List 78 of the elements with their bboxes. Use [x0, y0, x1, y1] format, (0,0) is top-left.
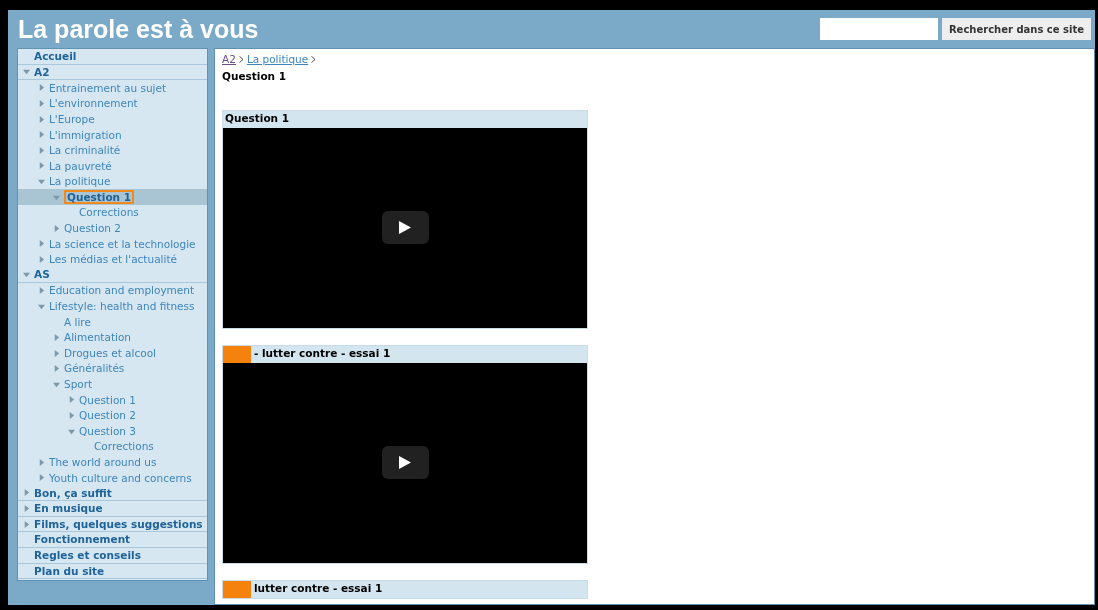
caret-icon[interactable] [38, 115, 45, 123]
search-field[interactable] [819, 18, 938, 40]
caret-icon[interactable] [23, 520, 30, 528]
tree-item[interactable]: Plan du site [18, 563, 207, 580]
tree-item[interactable]: Question 3 [18, 423, 207, 439]
tree-item[interactable]: AS [18, 267, 207, 283]
caret-icon[interactable] [38, 162, 45, 170]
tree-item[interactable]: La criminalité [18, 142, 207, 159]
caret-icon[interactable] [38, 178, 45, 186]
tree-item[interactable]: L'Europe [18, 111, 207, 127]
tree-item[interactable]: A lire [18, 314, 207, 330]
tree-item[interactable]: Bon, ça suffit [18, 485, 207, 502]
caret-icon[interactable] [23, 505, 30, 512]
tree-item[interactable]: L'environnement [18, 95, 207, 112]
tree-item[interactable]: Entrainement au sujet [18, 80, 207, 96]
tree-item[interactable]: A2 [18, 64, 207, 81]
caret-icon[interactable] [53, 365, 60, 373]
caret-icon[interactable] [38, 100, 45, 108]
tree-item[interactable]: Corrections [18, 438, 207, 455]
caret-icon[interactable] [68, 427, 75, 435]
play-icon [399, 456, 411, 469]
tree-item[interactable]: Question 1 [18, 189, 207, 205]
caret-icon[interactable] [23, 489, 30, 497]
caret-icon[interactable] [53, 193, 60, 201]
tree-item[interactable]: The world around us [18, 454, 207, 471]
tree-item[interactable]: Lifestyle: health and fitness [18, 298, 207, 315]
video-title: - lutter contre - essai 1 [254, 346, 391, 362]
caret-icon[interactable] [38, 458, 45, 466]
caret-icon[interactable] [38, 474, 45, 482]
caret-icon[interactable] [38, 240, 45, 248]
breadcrumb-link[interactable]: La politique [246, 52, 309, 68]
tree-item[interactable]: Regles et conseils [18, 548, 207, 564]
tree-item[interactable]: Drogues et alcool [18, 345, 207, 361]
chevron-icon [311, 56, 317, 64]
tree-item[interactable]: Question 2 [18, 220, 207, 237]
tree-item[interactable]: Corrections [18, 204, 207, 221]
caret-icon[interactable] [38, 287, 45, 295]
caret-icon[interactable] [38, 302, 45, 310]
search-button[interactable]: Rechercher dans ce site [941, 18, 1091, 40]
caret-icon[interactable] [68, 396, 75, 404]
play-icon [399, 221, 411, 234]
caret-icon[interactable] [38, 84, 45, 92]
site-title: La parole est à vous [18, 16, 259, 42]
caret-icon[interactable] [53, 334, 60, 341]
video-title: Question 1 [224, 111, 290, 127]
caret-icon[interactable] [53, 380, 60, 388]
tree-item[interactable]: Question 1 [18, 392, 207, 408]
caret-icon[interactable] [38, 146, 45, 154]
tree-item[interactable]: La politique [18, 173, 207, 190]
tree-item[interactable]: En musique [18, 501, 207, 517]
play-button[interactable] [381, 211, 429, 244]
tree-item[interactable]: Sport [18, 376, 207, 393]
tree-item[interactable]: Films, quelques suggestions [18, 516, 207, 533]
tree-item[interactable]: Les médias et l'actualité [18, 251, 207, 268]
thumbnail-icon [223, 580, 251, 598]
video-title: lutter contre - essai 1 [254, 581, 383, 597]
tree-item[interactable]: Education and employment [18, 282, 207, 299]
caret-icon[interactable] [53, 349, 60, 357]
tree-item[interactable]: Question 2 [18, 407, 207, 424]
tree-item[interactable]: Fonctionnement [18, 532, 207, 548]
tree-item[interactable]: Alimentation [18, 329, 207, 346]
tree-item[interactable]: La pauvreté [18, 158, 207, 174]
thumbnail-icon [223, 345, 251, 363]
breadcrumb-link[interactable]: A2 [222, 52, 236, 68]
caret-icon[interactable] [38, 131, 45, 139]
caret-icon[interactable] [23, 68, 30, 76]
page-title: Question 1 [222, 68, 288, 84]
caret-icon[interactable] [53, 224, 60, 232]
tree-item[interactable]: L'immigration [18, 126, 207, 143]
caret-icon[interactable] [38, 256, 45, 263]
tree-item[interactable]: Youth culture and concerns [18, 470, 207, 486]
tree-item[interactable]: La science et la technologie [18, 236, 207, 252]
caret-icon[interactable] [23, 271, 30, 279]
chevron-icon [238, 56, 244, 64]
tree-item[interactable]: Accueil [18, 49, 207, 65]
play-button[interactable] [381, 446, 429, 479]
caret-icon[interactable] [68, 411, 75, 419]
tree-item[interactable]: Généralités [18, 360, 207, 377]
